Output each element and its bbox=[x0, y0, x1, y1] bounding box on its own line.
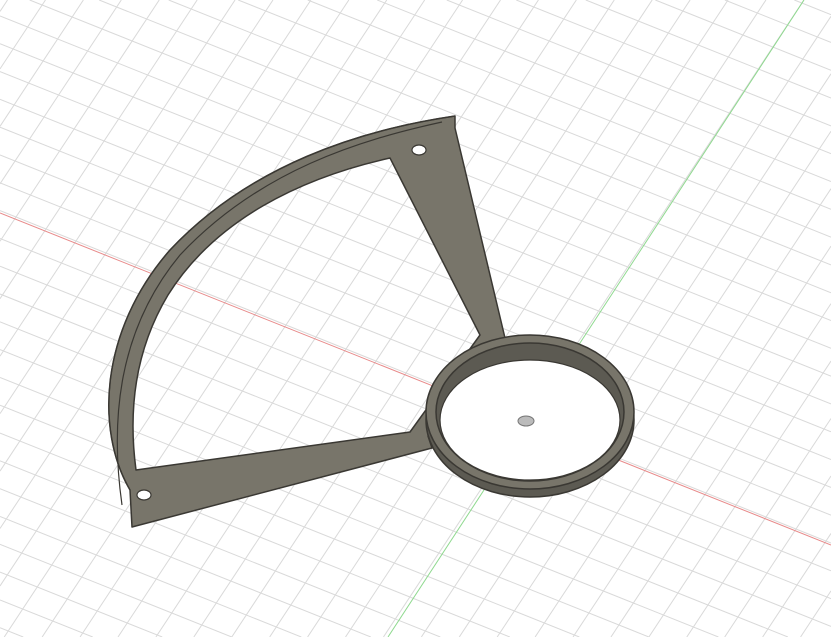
grid-line bbox=[648, 360, 831, 637]
grid-line bbox=[0, 0, 84, 127]
canvas[interactable] bbox=[0, 0, 831, 637]
grid-line bbox=[0, 0, 122, 185]
ground-grid bbox=[0, 0, 831, 637]
grid-line bbox=[0, 0, 46, 70]
mounting-hole bbox=[136, 489, 152, 501]
grid-line bbox=[0, 0, 236, 357]
grid-line bbox=[307, 0, 729, 637]
grid-line bbox=[0, 0, 312, 472]
grid-line bbox=[155, 0, 577, 637]
grid-line bbox=[0, 0, 8, 12]
grid-line bbox=[0, 0, 160, 242]
grid-line bbox=[686, 418, 831, 637]
grid-line bbox=[383, 0, 805, 637]
grid-line bbox=[0, 571, 163, 637]
cad-viewport[interactable] bbox=[0, 0, 831, 637]
grid-line bbox=[0, 516, 302, 637]
grid-line bbox=[762, 533, 831, 637]
y-axis-line bbox=[387, 0, 805, 637]
grid-line bbox=[193, 0, 615, 637]
grid-line bbox=[231, 0, 653, 637]
grid-line bbox=[0, 627, 24, 637]
grid-line bbox=[41, 0, 463, 637]
grid-line bbox=[307, 0, 831, 210]
origin-icon[interactable] bbox=[517, 415, 535, 427]
grid-line bbox=[724, 0, 831, 43]
mounting-hole bbox=[411, 144, 427, 156]
grid-line bbox=[724, 475, 831, 637]
grid-line bbox=[794, 0, 831, 16]
grid-line bbox=[3, 0, 426, 637]
grid-line bbox=[800, 590, 831, 637]
